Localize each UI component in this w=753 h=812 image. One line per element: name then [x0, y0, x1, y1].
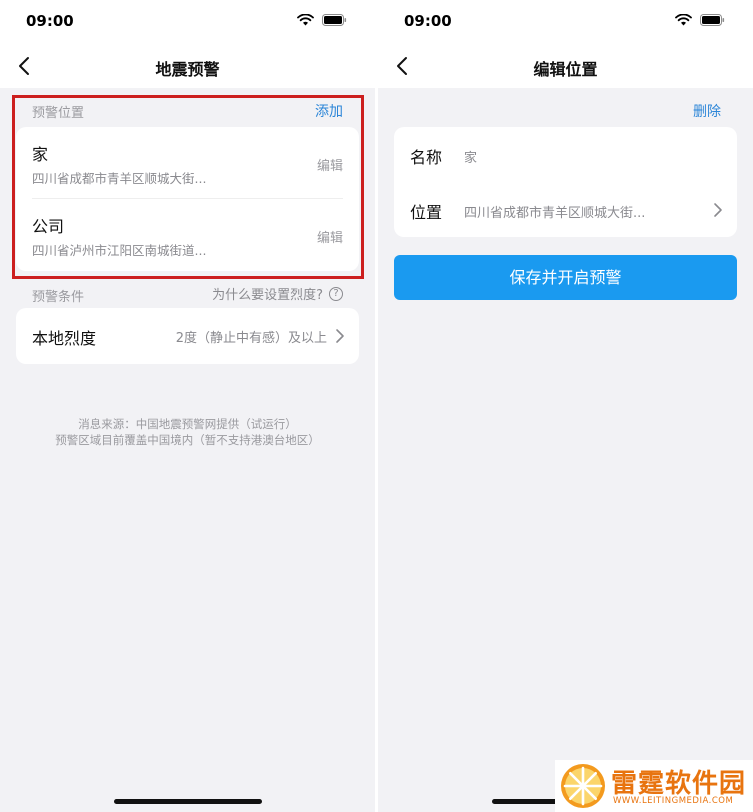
- footer-line: 消息来源：中国地震预警网提供（试运行）: [78, 417, 297, 431]
- watermark: 雷霆软件园 WWW.LEITINGMEDIA.COM: [555, 760, 753, 812]
- delete-location-button[interactable]: 删除: [693, 101, 721, 121]
- wifi-icon: [675, 14, 692, 26]
- locations-section-label: 预警位置: [32, 106, 85, 121]
- location-item-home[interactable]: 家 四川省成都市青羊区顺城大街... 编辑: [16, 127, 359, 199]
- name-field[interactable]: 名称 家: [394, 127, 737, 183]
- status-time: 09:00: [404, 12, 452, 30]
- chevron-right-icon: [714, 203, 722, 217]
- nav-bar: 编辑位置: [378, 44, 753, 88]
- conditions-section-label: 预警条件: [32, 290, 85, 305]
- intensity-value: 2度（静止中有感）及以上: [175, 331, 327, 346]
- edit-location-button[interactable]: 编辑: [317, 227, 343, 246]
- location-value: 四川省成都市青羊区顺城大街...: [464, 206, 646, 221]
- name-label: 名称: [410, 148, 443, 167]
- chevron-right-icon: [336, 329, 344, 343]
- watermark-title: 雷霆软件园: [611, 769, 747, 799]
- locations-section-header: 预警位置 添加: [0, 92, 375, 128]
- status-bar: 09:00: [0, 0, 375, 44]
- battery-icon: [700, 14, 725, 26]
- edit-section-header: 删除: [378, 92, 753, 128]
- home-indicator: [113, 799, 262, 804]
- status-icons: [297, 14, 347, 26]
- wifi-icon: [297, 14, 314, 26]
- location-label: 位置: [410, 203, 443, 222]
- name-value: 家: [464, 151, 478, 166]
- help-icon: ?: [329, 286, 343, 301]
- page-title: 地震预警: [155, 60, 220, 79]
- location-name: 公司: [32, 217, 65, 236]
- add-location-button[interactable]: 添加: [315, 101, 343, 121]
- intensity-label: 本地烈度: [32, 329, 97, 348]
- location-item-company[interactable]: 公司 四川省泸州市江阳区南城街道... 编辑: [16, 199, 359, 271]
- conditions-section-header: 预警条件 为什么要设置烈度? ?: [0, 276, 375, 312]
- edit-location-card: 名称 家 位置 四川省成都市青羊区顺城大街...: [394, 127, 737, 237]
- edit-location-button[interactable]: 编辑: [317, 155, 343, 174]
- earthquake-warning-screen: 09:00 地震预警 预警位置 添加 家 四川省成都市青羊区顺城大街... 编辑…: [0, 0, 375, 812]
- status-icons: [675, 14, 725, 26]
- location-field[interactable]: 位置 四川省成都市青羊区顺城大街...: [394, 182, 737, 238]
- location-address: 四川省成都市青羊区顺城大街...: [32, 171, 207, 186]
- footer-line: 预警区域目前覆盖中国境内（暂不支持港澳台地区）: [55, 433, 320, 447]
- footer-note: 消息来源：中国地震预警网提供（试运行） 预警区域目前覆盖中国境内（暂不支持港澳台…: [0, 416, 375, 448]
- battery-icon: [322, 14, 347, 26]
- orange-slice-logo-icon: [561, 764, 605, 808]
- edit-location-screen: 09:00 编辑位置 删除 名称 家 位置 四川省成都市青羊区顺城大街... 保…: [378, 0, 753, 812]
- location-address: 四川省泸州市江阳区南城街道...: [32, 243, 207, 258]
- locations-card: 家 四川省成都市青羊区顺城大街... 编辑 公司 四川省泸州市江阳区南城街道..…: [16, 127, 359, 271]
- status-time: 09:00: [26, 12, 74, 30]
- intensity-row[interactable]: 本地烈度 2度（静止中有感）及以上: [16, 308, 359, 364]
- why-intensity-link[interactable]: 为什么要设置烈度? ?: [212, 284, 343, 303]
- why-intensity-label: 为什么要设置烈度?: [212, 288, 323, 303]
- location-name: 家: [32, 145, 49, 164]
- watermark-url: WWW.LEITINGMEDIA.COM: [613, 796, 734, 806]
- status-bar: 09:00: [378, 0, 753, 44]
- page-title: 编辑位置: [533, 60, 598, 79]
- save-and-enable-button[interactable]: 保存并开启预警: [394, 255, 737, 300]
- nav-bar: 地震预警: [0, 44, 375, 88]
